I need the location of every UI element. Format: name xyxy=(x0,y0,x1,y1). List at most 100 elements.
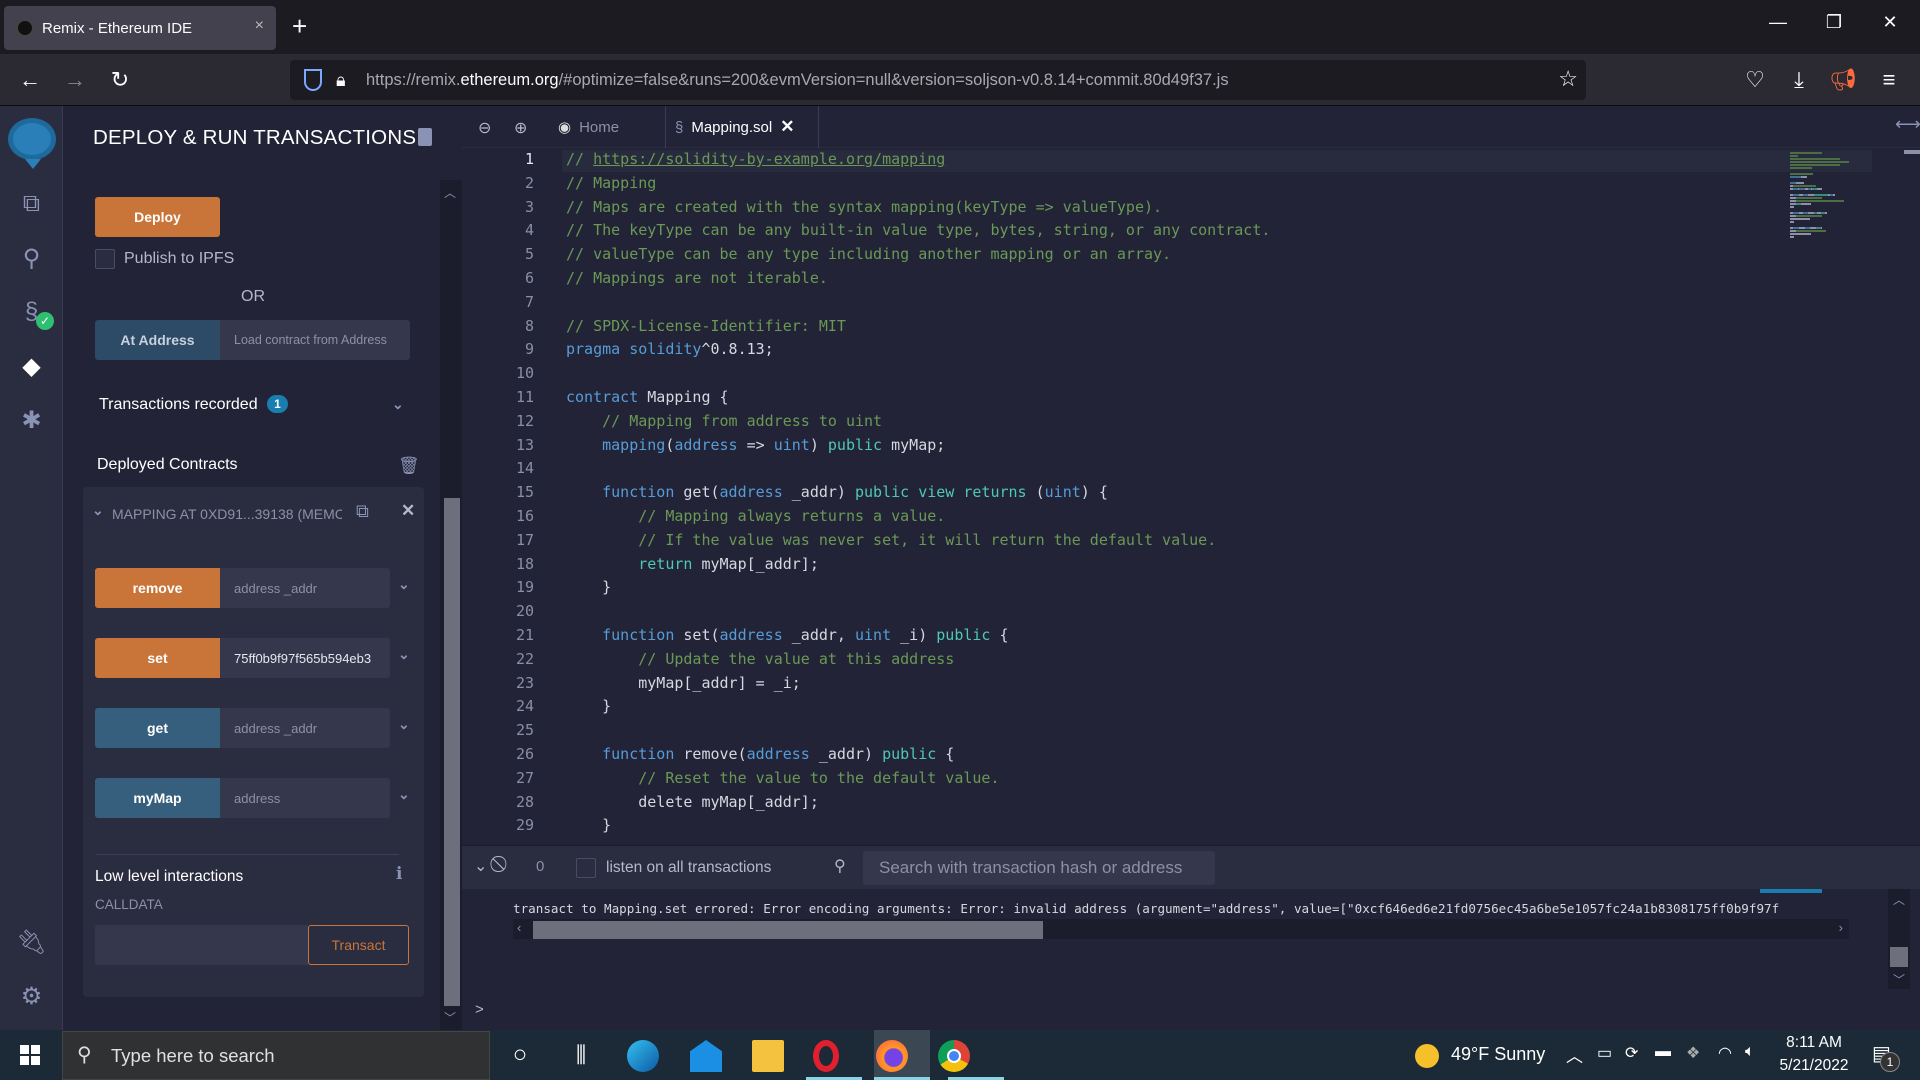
code-editor[interactable]: 1 2 3 4 5 6 7 8 9 10 11 12 13 14 15 16 17 18 19 20 21 22 23 24 2… xyxy=(462,148,1920,845)
scroll-down-icon[interactable]: ﹀ xyxy=(1893,971,1905,988)
contract-instance-label[interactable]: MAPPING AT 0XD91...39138 (MEMC xyxy=(112,506,342,522)
at-address-button[interactable]: At Address xyxy=(95,320,220,360)
get-function-button[interactable]: get xyxy=(95,708,220,748)
chevron-down-icon[interactable]: ⌄ xyxy=(392,396,404,413)
sync-icon[interactable]: ⟳ xyxy=(1625,1043,1638,1063)
at-address-input[interactable]: Load contract from Address xyxy=(220,320,410,360)
transact-button[interactable]: Transact xyxy=(308,925,409,965)
announce-icon[interactable]: 📢︎ xyxy=(1828,66,1858,94)
zoom-in-icon[interactable]: ⊕ xyxy=(514,118,527,138)
new-tab-button[interactable]: + xyxy=(292,12,307,40)
minimap[interactable] xyxy=(1786,148,1908,268)
info-icon[interactable]: i xyxy=(396,864,402,884)
taskbar-search-input[interactable]: ⚲ Type here to search xyxy=(62,1031,490,1080)
cortana-icon[interactable]: ○ xyxy=(504,1040,536,1072)
terminal-resize-handle[interactable] xyxy=(1760,889,1822,893)
volume-icon[interactable]: 🔈︎ xyxy=(1745,1043,1755,1061)
edge-icon[interactable] xyxy=(627,1040,659,1072)
file-explorer-icon[interactable] xyxy=(752,1040,784,1072)
set-function-button[interactable]: set xyxy=(95,638,220,678)
wifi-icon[interactable]: ◠ xyxy=(1718,1043,1732,1063)
clock-date[interactable]: 5/21/2022 xyxy=(1775,1057,1853,1075)
expand-horizontal-icon[interactable]: ⟷ xyxy=(1895,114,1920,135)
chevron-down-icon[interactable]: ⌄ xyxy=(92,502,104,519)
chevron-down-icon[interactable]: ⌄ xyxy=(398,576,410,593)
firefox-icon[interactable] xyxy=(876,1040,908,1072)
scroll-thumb[interactable] xyxy=(1890,947,1908,967)
transactions-recorded-label[interactable]: Transactions recorded xyxy=(99,396,258,414)
mymap-function-input[interactable]: address xyxy=(220,778,390,818)
dropbox-icon[interactable]: ❖ xyxy=(1686,1043,1700,1063)
remove-function-button[interactable]: remove xyxy=(95,568,220,608)
collapse-terminal-icon[interactable]: ⌄ xyxy=(474,856,487,876)
tab-home[interactable]: ◉ Home xyxy=(558,106,666,148)
chevron-down-icon[interactable]: ⌄ xyxy=(398,716,410,733)
debugger-icon[interactable]: ✱ xyxy=(0,406,63,435)
copy-icon[interactable]: ⧉ xyxy=(356,501,369,522)
task-view-icon[interactable]: ⫼ xyxy=(565,1040,597,1072)
zoom-out-icon[interactable]: ⊖ xyxy=(478,118,491,138)
scroll-thumb[interactable] xyxy=(444,498,460,1006)
mymap-function-button[interactable]: myMap xyxy=(95,778,220,818)
scroll-left-icon[interactable]: ‹ xyxy=(517,920,521,935)
scroll-up-icon[interactable]: ︿ xyxy=(1893,891,1905,908)
solidity-compiler-icon[interactable]: § ✓ xyxy=(0,298,63,330)
search-icon[interactable]: ⚲ xyxy=(0,244,63,273)
minimize-button[interactable]: — xyxy=(1758,12,1798,33)
terminal-prompt[interactable]: > xyxy=(475,1001,484,1018)
settings-icon[interactable]: ⚙ xyxy=(0,982,63,1011)
panel-scrollbar[interactable]: ︿ ﹀ xyxy=(440,180,464,1030)
tab-close-icon[interactable]: ✕ xyxy=(780,117,794,137)
scroll-down-icon[interactable]: ﹀ xyxy=(444,1009,456,1026)
mail-icon[interactable] xyxy=(690,1040,722,1072)
terminal-vertical-scrollbar[interactable]: ︿ ﹀ xyxy=(1888,889,1910,989)
close-window-button[interactable]: ✕ xyxy=(1870,12,1910,33)
url-bar[interactable]: 🔒︎ https://remix. ethereum.org/#optimize=… xyxy=(290,60,1586,100)
editor-scrollbar[interactable] xyxy=(1904,148,1920,845)
get-function-input[interactable]: address _addr xyxy=(220,708,390,748)
trash-icon[interactable]: 🗑︎ xyxy=(398,456,420,476)
chevron-down-icon[interactable]: ⌄ xyxy=(398,646,410,663)
tray-expand-icon[interactable]: ︿ xyxy=(1566,1042,1583,1067)
forward-icon[interactable]: → xyxy=(60,66,90,94)
scroll-up-icon[interactable]: ︿ xyxy=(444,184,456,201)
deploy-button[interactable]: Deploy xyxy=(95,197,220,237)
camera-icon[interactable]: ▭ xyxy=(1597,1043,1612,1063)
restore-button[interactable]: ❐ xyxy=(1814,12,1854,33)
clock-time[interactable]: 8:11 AM xyxy=(1778,1034,1850,1052)
terminal-horizontal-scrollbar[interactable]: ‹ › xyxy=(513,919,1849,939)
file-explorer-icon[interactable]: ⧉ xyxy=(0,190,63,218)
opera-icon[interactable] xyxy=(813,1040,839,1072)
scroll-thumb[interactable] xyxy=(533,921,1043,939)
reload-icon[interactable]: ↻ xyxy=(105,66,135,94)
remix-logo[interactable] xyxy=(8,118,56,169)
pocket-icon[interactable]: ♡ xyxy=(1740,66,1770,94)
calldata-input[interactable] xyxy=(95,925,308,965)
chevron-down-icon[interactable]: ⌄ xyxy=(398,786,410,803)
battery-icon[interactable]: ▬ xyxy=(1655,1043,1671,1061)
download-icon[interactable]: ⤓ xyxy=(1784,66,1814,94)
star-icon[interactable]: ☆ xyxy=(1558,66,1578,92)
remove-instance-icon[interactable]: ✕ xyxy=(401,501,415,521)
weather-label[interactable]: 49°F Sunny xyxy=(1451,1044,1545,1065)
scroll-right-icon[interactable]: › xyxy=(1839,920,1843,935)
weather-sun-icon[interactable] xyxy=(1415,1044,1439,1068)
browser-tab[interactable]: Remix - Ethereum IDE × xyxy=(4,6,276,50)
set-function-input[interactable]: 75ff0b9f97f565b594eb3 xyxy=(220,638,390,678)
terminal-search-input[interactable]: Search with transaction hash or address xyxy=(863,851,1215,885)
back-icon[interactable]: ← xyxy=(15,66,45,94)
tab-close-icon[interactable]: × xyxy=(255,17,264,35)
scroll-thumb[interactable] xyxy=(1904,150,1920,154)
plugin-manager-icon[interactable]: 🔌︎ xyxy=(0,928,63,957)
code-link[interactable]: https://solidity-by-example.org/mapping xyxy=(593,150,945,168)
deploy-run-icon[interactable]: ◆ xyxy=(0,352,63,381)
windows-start-icon[interactable] xyxy=(20,1045,40,1065)
remove-function-input[interactable]: address _addr xyxy=(220,568,390,608)
menu-icon[interactable]: ≡ xyxy=(1874,66,1904,94)
shield-icon[interactable] xyxy=(304,69,322,91)
documentation-icon[interactable] xyxy=(418,128,432,146)
tab-mapping-sol[interactable]: § Mapping.sol ✕ xyxy=(675,106,819,148)
lock-icon[interactable]: 🔒︎ xyxy=(336,70,346,91)
listen-all-checkbox[interactable] xyxy=(576,858,596,878)
publish-ipfs-checkbox[interactable] xyxy=(95,249,115,269)
